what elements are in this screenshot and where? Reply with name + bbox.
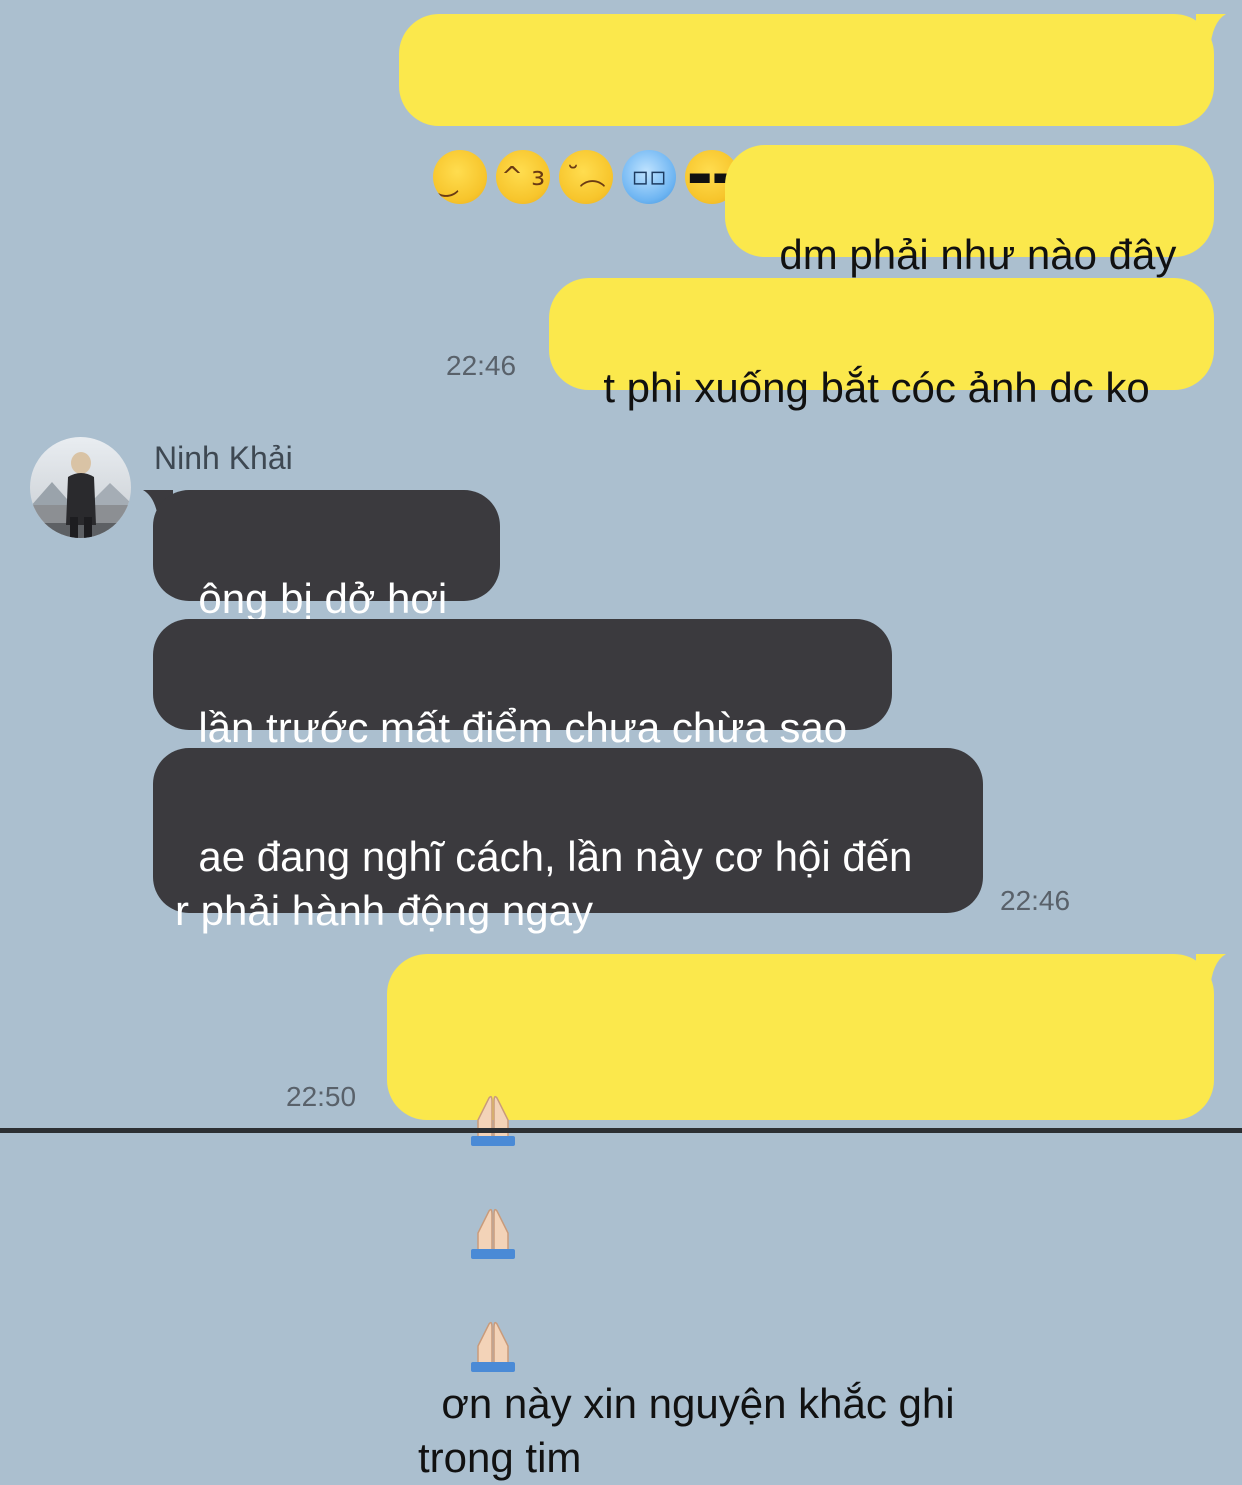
avatar-photo-icon (30, 437, 131, 538)
message-text: dm phải như nào đây (779, 231, 1177, 278)
outgoing-message[interactable]: t phi xuống bắt cóc ảnh dc ko (549, 278, 1214, 411)
kissing-face-icon: ^ з (496, 150, 550, 204)
cold-face-icon: ▫▫ (622, 150, 676, 204)
outgoing-message-emojis[interactable]: ︶ ︶ ^ з ˘︵ ▫▫ ▬▬ ≖▽ ▫▫ ^ з ಠ‿ ︶ ︶ ಠ︿ ◡‿ (399, 14, 1214, 204)
outgoing-bubble-tail (1196, 954, 1226, 990)
message-text: t phi xuống bắt cóc ảnh dc ko (603, 364, 1150, 411)
message-text: lần trước mất điểm chưa chừa sao (198, 704, 848, 751)
message-timestamp: 22:46 (446, 350, 517, 381)
outgoing-message[interactable]: dm phải như nào đây (725, 145, 1214, 278)
message-timestamp: 22:46 (1000, 885, 1071, 916)
pensive-face-icon: ︶ ︶ (433, 150, 487, 204)
folded-hands-icon (418, 1095, 525, 1201)
outgoing-message[interactable]: ơn này xin nguyện khắc ghi trong tim (387, 954, 1214, 1481)
outgoing-bubble-tail (1196, 14, 1226, 50)
bottom-divider (0, 1128, 1242, 1133)
incoming-message[interactable]: ae đang nghĩ cách, lần này cơ hội đến r … (153, 748, 983, 934)
incoming-message[interactable]: lần trước mất điểm chưa chừa sao (153, 619, 892, 751)
disappointed-face-icon: ˘︵ (559, 150, 613, 204)
incoming-message[interactable]: ông bị dở hơi à (153, 490, 500, 676)
sender-name: Ninh Khải (154, 440, 293, 476)
message-text: ơn này xin nguyện khắc ghi trong tim (418, 1380, 955, 1481)
avatar[interactable] (30, 437, 131, 538)
message-text: ae đang nghĩ cách, lần này cơ hội đến r … (175, 833, 913, 934)
folded-hands-icon (418, 1208, 525, 1314)
message-timestamp: 22:50 (286, 1081, 357, 1112)
